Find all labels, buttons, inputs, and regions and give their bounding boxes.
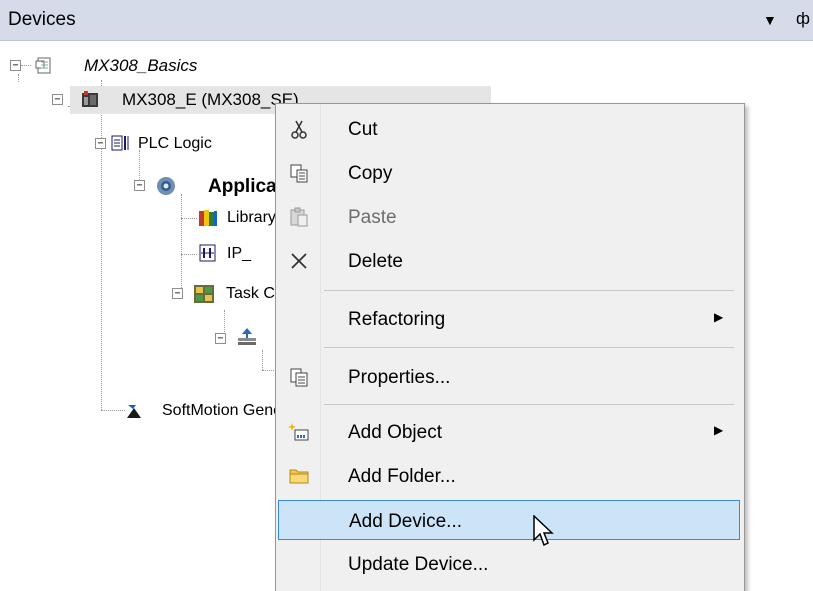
menu-item-label: Add Folder... [348, 466, 456, 487]
task-icon [238, 328, 256, 345]
collapse-toggle[interactable]: − [52, 94, 63, 105]
task-config-label: Task Configuration [226, 285, 275, 302]
menu-item-properties[interactable]: Properties... [278, 357, 740, 397]
task-configuration-icon [194, 285, 214, 303]
library-books-icon [199, 210, 217, 226]
menu-separator [324, 290, 734, 291]
menu-item-add-device[interactable]: Add Device... [278, 500, 740, 540]
menu-item-label: Paste [348, 207, 397, 228]
tree-node-library-manager[interactable]: Library Manager [195, 204, 275, 232]
tree-node-task-configuration[interactable]: − Task Configuration [168, 280, 275, 308]
scissors-icon [291, 120, 307, 139]
tree-line [262, 350, 263, 370]
tree-line [262, 370, 274, 371]
menu-item-add-object[interactable]: Add Object ▶ [278, 412, 740, 452]
menu-item-delete[interactable]: Delete [278, 241, 740, 281]
tree-node-softmotion[interactable]: SoftMotion General Axis Pool [122, 397, 275, 425]
project-icon [35, 57, 51, 74]
menu-item-add-folder[interactable]: Add Folder... [278, 456, 740, 496]
library-label: Library Manager [227, 209, 275, 226]
pou-icon [199, 244, 216, 262]
tree-node-ip[interactable]: IP_ [195, 240, 275, 268]
collapse-toggle[interactable]: − [95, 138, 106, 149]
softmotion-axis-icon [127, 405, 141, 418]
plc-logic-label: PLC Logic [138, 135, 212, 152]
ip-label: IP_ [227, 245, 252, 262]
folder-icon [289, 469, 309, 484]
menu-item-label: Copy [348, 163, 393, 184]
devices-panel-header: Devices ▼ ф [0, 0, 813, 41]
menu-item-label: Delete [348, 251, 403, 272]
menu-item-label: Cut [348, 119, 378, 140]
submenu-arrow-icon: ▶ [714, 423, 724, 437]
menu-item-cut[interactable]: Cut [278, 109, 740, 149]
menu-item-update-device[interactable]: Update Device... [278, 544, 740, 584]
context-menu: Cut Copy Paste Delete Refactoring ▶ Prop… [275, 103, 745, 591]
menu-item-label: Properties... [348, 367, 451, 388]
paste-icon [290, 207, 308, 227]
menu-item-refactoring[interactable]: Refactoring ▶ [278, 299, 740, 339]
panel-dropdown-icon[interactable]: ▼ [763, 12, 777, 28]
tree-line [181, 194, 182, 290]
tree-node-task[interactable]: − [205, 325, 275, 353]
menu-item-paste[interactable]: Paste [278, 197, 740, 237]
collapse-toggle[interactable]: − [134, 180, 145, 191]
device-label: MX308_E (MX308_SE) [122, 90, 299, 109]
delete-x-icon [291, 253, 307, 269]
collapse-toggle[interactable]: − [215, 333, 226, 344]
tree-node-project[interactable]: − MX308_Basics [0, 52, 300, 80]
menu-item-copy[interactable]: Copy [278, 153, 740, 193]
softmotion-label: SoftMotion General Axis Pool [162, 402, 275, 419]
menu-separator [324, 347, 734, 348]
add-object-icon [288, 423, 309, 441]
menu-item-label: Add Device... [349, 511, 462, 532]
submenu-arrow-icon: ▶ [714, 310, 724, 324]
tree-node-application[interactable]: − Application [130, 172, 275, 200]
menu-item-label: Add Object [348, 422, 442, 443]
properties-icon [290, 368, 308, 387]
copy-icon [290, 164, 308, 183]
collapse-toggle[interactable]: − [172, 288, 183, 299]
menu-item-label: Update Device... [348, 554, 489, 575]
plc-logic-icon [111, 135, 129, 151]
application-label: Application [208, 176, 275, 197]
panel-title: Devices [8, 9, 76, 30]
project-label: MX308_Basics [84, 56, 198, 75]
menu-item-label: Refactoring [348, 309, 446, 330]
menu-separator [324, 404, 734, 405]
application-gear-icon [157, 177, 175, 195]
tree-line [21, 65, 31, 66]
tree-node-plc-logic[interactable]: − PLC Logic [90, 130, 290, 158]
collapse-toggle[interactable]: − [10, 60, 21, 71]
pin-icon[interactable]: ф [796, 9, 810, 29]
mouse-cursor-icon [533, 515, 554, 547]
plc-device-icon [82, 91, 98, 107]
